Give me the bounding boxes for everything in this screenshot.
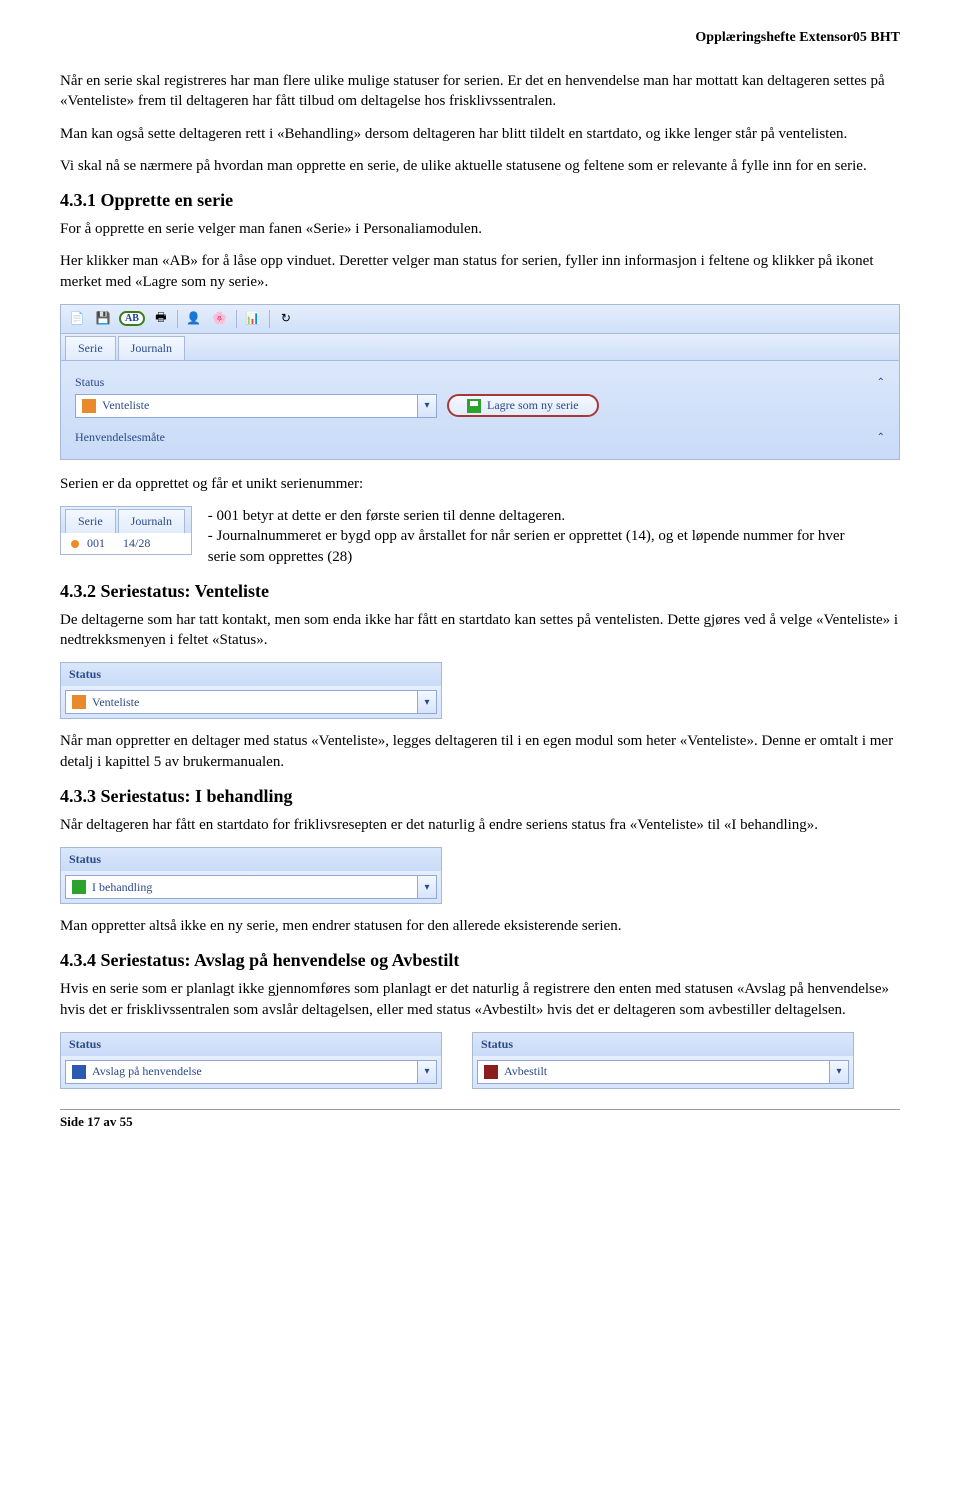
status-header: Status (61, 1033, 441, 1056)
user-icon[interactable]: 👤 (184, 309, 204, 329)
status-block-avbestilt: Status Avbestilt ▾ (472, 1032, 854, 1089)
journal-value: 14/28 (123, 536, 150, 551)
status-value: I behandling (92, 880, 417, 895)
status-header: Status (473, 1033, 853, 1056)
heading-433: 4.3.3 Seriestatus: I behandling (60, 786, 900, 807)
serie-value: 001 (87, 536, 105, 551)
intro-p3: Vi skal nå se nærmere på hvordan man opp… (60, 156, 900, 176)
status-dropdown[interactable]: Venteliste ▾ (75, 394, 437, 418)
status-block-avslag: Status Avslag på henvendelse ▾ (60, 1032, 442, 1089)
status-swatch-icon (72, 695, 86, 709)
chevron-down-icon[interactable]: ▾ (829, 1061, 848, 1083)
s434-p1: Hvis en serie som er planlagt ikke gjenn… (60, 979, 900, 1020)
toolbar: 📄 💾 AB 🖶 👤 🌸 📊 ↻ (60, 304, 900, 334)
separator (269, 310, 270, 328)
s433-p2: Man oppretter altså ikke en ny serie, me… (60, 916, 900, 936)
s431-after: Serien er da opprettet og får et unikt s… (60, 474, 900, 494)
s431-p1: For å opprette en serie velger man fanen… (60, 219, 900, 239)
s432-p1: De deltagerne som har tatt kontakt, men … (60, 610, 900, 651)
chevron-down-icon[interactable]: ▾ (417, 876, 436, 898)
bullet-1: - 001 betyr at dette er den første serie… (208, 506, 848, 526)
chevron-down-icon[interactable]: ▾ (417, 395, 436, 417)
tab-serie[interactable]: Serie (65, 336, 116, 360)
refresh-icon[interactable]: ↻ (276, 309, 296, 329)
screenshot-create-series: 📄 💾 AB 🖶 👤 🌸 📊 ↻ Serie Journaln Status ⌃ (60, 304, 900, 460)
s433-p1: Når deltageren har fått en startdato for… (60, 815, 900, 835)
page-footer: Side 17 av 55 (60, 1109, 900, 1130)
status-swatch-icon (484, 1065, 498, 1079)
tab-row: Serie Journaln (60, 334, 900, 361)
mini-tab-serie[interactable]: Serie (65, 509, 116, 533)
save-icon[interactable]: 💾 (93, 309, 113, 329)
dot-icon (71, 540, 79, 548)
status-swatch-icon (72, 880, 86, 894)
status-label: Status (75, 375, 877, 390)
collapse-icon[interactable]: ⌃ (877, 377, 885, 388)
separator (236, 310, 237, 328)
page-header: Opplæringshefte Extensor05 BHT (60, 30, 900, 46)
bullet-2: - Journalnummeret er bygd opp av årstall… (208, 526, 848, 567)
status-header: Status (61, 663, 441, 686)
chart-icon[interactable]: 📊 (243, 309, 263, 329)
chevron-down-icon[interactable]: ▾ (417, 1061, 436, 1083)
mini-row: 001 14/28 (61, 533, 191, 554)
intro-p1: Når en serie skal registreres har man fl… (60, 71, 900, 112)
status-dropdown-venteliste[interactable]: Venteliste ▾ (65, 690, 437, 714)
ab-lock-button[interactable]: AB (119, 311, 145, 326)
status-dropdown-avslag[interactable]: Avslag på henvendelse ▾ (65, 1060, 437, 1084)
tab-journaln[interactable]: Journaln (118, 336, 185, 360)
panel-body: Status ⌃ Venteliste ▾ Lagre som ny serie… (60, 361, 900, 460)
heading-431: 4.3.1 Opprette en serie (60, 190, 900, 211)
status-dropdown-avbestilt[interactable]: Avbestilt ▾ (477, 1060, 849, 1084)
henv-label: Henvendelsesmåte (75, 430, 877, 445)
heading-432: 4.3.2 Seriestatus: Venteliste (60, 581, 900, 602)
status-swatch-icon (72, 1065, 86, 1079)
status-value: Venteliste (92, 695, 417, 710)
separator (177, 310, 178, 328)
new-icon[interactable]: 📄 (67, 309, 87, 329)
status-value: Avbestilt (504, 1064, 829, 1079)
chevron-down-icon[interactable]: ▾ (417, 691, 436, 713)
save-button-label: Lagre som ny serie (487, 398, 579, 413)
status-swatch-icon (82, 399, 96, 413)
status-value: Avslag på henvendelse (92, 1064, 417, 1079)
s431-p2: Her klikker man «AB» for å låse opp vind… (60, 251, 900, 292)
mini-tab-journaln[interactable]: Journaln (118, 509, 185, 533)
heading-434: 4.3.4 Seriestatus: Avslag på henvendelse… (60, 950, 900, 971)
status-value: Venteliste (102, 398, 417, 413)
intro-p2: Man kan også sette deltageren rett i «Be… (60, 124, 900, 144)
save-as-new-series-button[interactable]: Lagre som ny serie (447, 394, 599, 417)
print-icon[interactable]: 🖶 (151, 309, 171, 329)
status-dropdown-behandling[interactable]: I behandling ▾ (65, 875, 437, 899)
status-header: Status (61, 848, 441, 871)
status-block-behandling: Status I behandling ▾ (60, 847, 442, 904)
flower-icon[interactable]: 🌸 (210, 309, 230, 329)
collapse-icon[interactable]: ⌃ (877, 432, 885, 443)
disk-icon (467, 399, 481, 413)
status-block-venteliste: Status Venteliste ▾ (60, 662, 442, 719)
s432-p2: Når man oppretter en deltager med status… (60, 731, 900, 772)
mini-series-tabs: Serie Journaln 001 14/28 (60, 506, 192, 555)
